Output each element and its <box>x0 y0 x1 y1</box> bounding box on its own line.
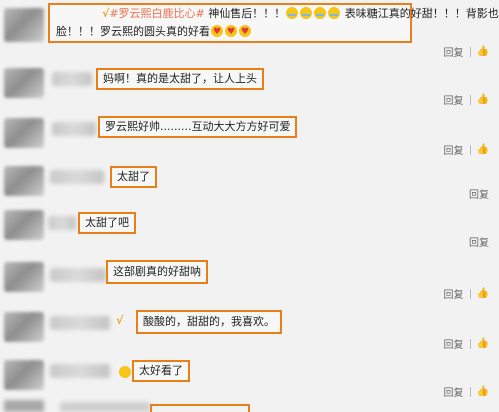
comment-actions: 回复 👍 <box>444 44 489 59</box>
comment-actions: 回复 👍 <box>444 384 489 399</box>
highlighted-comment-text: 妈啊！真的是太甜了，让人上头 <box>96 68 264 90</box>
comment-text: 太好看了 <box>139 364 183 377</box>
comment-text: 太甜了 <box>117 170 150 183</box>
username[interactable] <box>52 72 92 86</box>
comment-text: 神仙售后！！！ <box>204 7 286 20</box>
like-icon[interactable]: 👍 <box>477 386 489 397</box>
like-icon[interactable]: 👍 <box>477 46 489 57</box>
like-icon[interactable]: 👍 <box>477 288 489 299</box>
heart-eyes-emoji-icon <box>211 23 223 41</box>
comment-actions: 回复 <box>469 186 489 201</box>
divider <box>469 46 471 57</box>
comment-item: 妈啊！真的是太甜了，让人上头 回复 👍 <box>0 62 499 114</box>
avatar[interactable] <box>4 210 44 240</box>
username[interactable] <box>50 268 106 282</box>
comment-text: 表味糖江真的好甜！！！背影也配一 <box>344 7 499 20</box>
avatar[interactable] <box>4 8 44 42</box>
comment-item: √ 酸酸的，甜甜的，我喜欢。 回复 👍 <box>0 302 499 354</box>
avatar[interactable] <box>4 312 44 342</box>
comment-text: 罗云熙好帅.........互动大大方方好可爱 <box>105 120 291 133</box>
crying-emoji-icon <box>314 7 327 19</box>
username[interactable] <box>60 402 150 412</box>
comment-text: 妈啊！真的是太甜了，让人上头 <box>103 72 257 85</box>
reply-button[interactable]: 回复 <box>469 186 489 201</box>
reply-button[interactable]: 回复 <box>444 336 464 351</box>
comment-item: 太甜了吧 回复 <box>0 204 499 256</box>
crying-emoji-icon <box>286 7 299 19</box>
comment-actions: 回复 👍 <box>444 286 489 301</box>
highlighted-comment-text: 罗云熙好帅.........互动大大方方好可爱 <box>98 116 298 138</box>
comment-item: √#罗云熙白鹿比心# 神仙售后！！！ 表味糖江真的好甜！！！背影也配一脸！！！罗… <box>0 0 499 62</box>
comment-actions: 回复 👍 <box>444 336 489 351</box>
highlighted-comment-text <box>150 404 250 412</box>
comment-item: 这部剧真的好甜呐 回复 👍 <box>0 256 499 302</box>
crying-emoji-icon <box>300 7 313 19</box>
reply-button[interactable]: 回复 <box>444 286 464 301</box>
heart-eyes-emoji-icon <box>239 23 251 41</box>
username[interactable] <box>50 364 110 378</box>
username[interactable] <box>50 170 104 184</box>
comment-item: 太甜了 回复 <box>0 158 499 204</box>
avatar[interactable] <box>4 68 44 98</box>
topic-link[interactable]: #罗云熙白鹿比心# <box>109 7 204 20</box>
username[interactable] <box>52 122 96 136</box>
divider <box>469 338 471 349</box>
avatar[interactable] <box>4 166 44 196</box>
avatar[interactable] <box>4 360 44 390</box>
divider <box>469 386 471 397</box>
highlighted-comment-text: √#罗云熙白鹿比心# 神仙售后！！！ 表味糖江真的好甜！！！背影也配一脸！！！罗… <box>48 3 499 43</box>
comment-item: 罗云熙好帅.........互动大大方方好可爱 回复 👍 <box>0 114 499 158</box>
divider <box>469 288 471 299</box>
avatar[interactable] <box>4 118 44 148</box>
comment-text: 这部剧真的好甜呐 <box>113 265 201 278</box>
username[interactable] <box>48 216 76 230</box>
highlighted-comment-text: 酸酸的，甜甜的，我喜欢。 <box>136 310 282 334</box>
username[interactable] <box>50 316 110 330</box>
like-icon[interactable]: 👍 <box>477 144 489 155</box>
heart-eyes-emoji-icon <box>225 23 237 41</box>
highlighted-comment-text: 这部剧真的好甜呐 <box>106 260 208 284</box>
comment-text: 脸！！！罗云熙的圆头真的好看 <box>56 25 210 38</box>
comment-actions: 回复 👍 <box>444 142 489 157</box>
reply-button[interactable]: 回复 <box>444 142 464 157</box>
comment-text: 太甜了吧 <box>85 216 129 229</box>
comment-actions: 回复 <box>469 234 489 249</box>
emoji-icon <box>119 366 131 378</box>
avatar[interactable] <box>4 400 44 412</box>
verified-icon: √ <box>116 314 124 327</box>
divider <box>469 144 471 155</box>
avatar[interactable] <box>4 262 44 292</box>
reply-button[interactable]: 回复 <box>444 92 464 107</box>
highlighted-comment-text: 太甜了 <box>110 166 157 188</box>
like-icon[interactable]: 👍 <box>477 94 489 105</box>
divider <box>469 94 471 105</box>
like-icon[interactable]: 👍 <box>477 338 489 349</box>
comment-item: 太好看了 回复 👍 <box>0 354 499 400</box>
highlighted-comment-text: 太好看了 <box>132 360 190 382</box>
reply-button[interactable]: 回复 <box>469 234 489 249</box>
comment-actions: 回复 👍 <box>444 92 489 107</box>
reply-button[interactable]: 回复 <box>444 44 464 59</box>
crying-emoji-icon <box>328 7 341 19</box>
reply-button[interactable]: 回复 <box>444 384 464 399</box>
highlighted-comment-text: 太甜了吧 <box>78 212 136 234</box>
comment-text: 酸酸的，甜甜的，我喜欢。 <box>143 315 275 328</box>
